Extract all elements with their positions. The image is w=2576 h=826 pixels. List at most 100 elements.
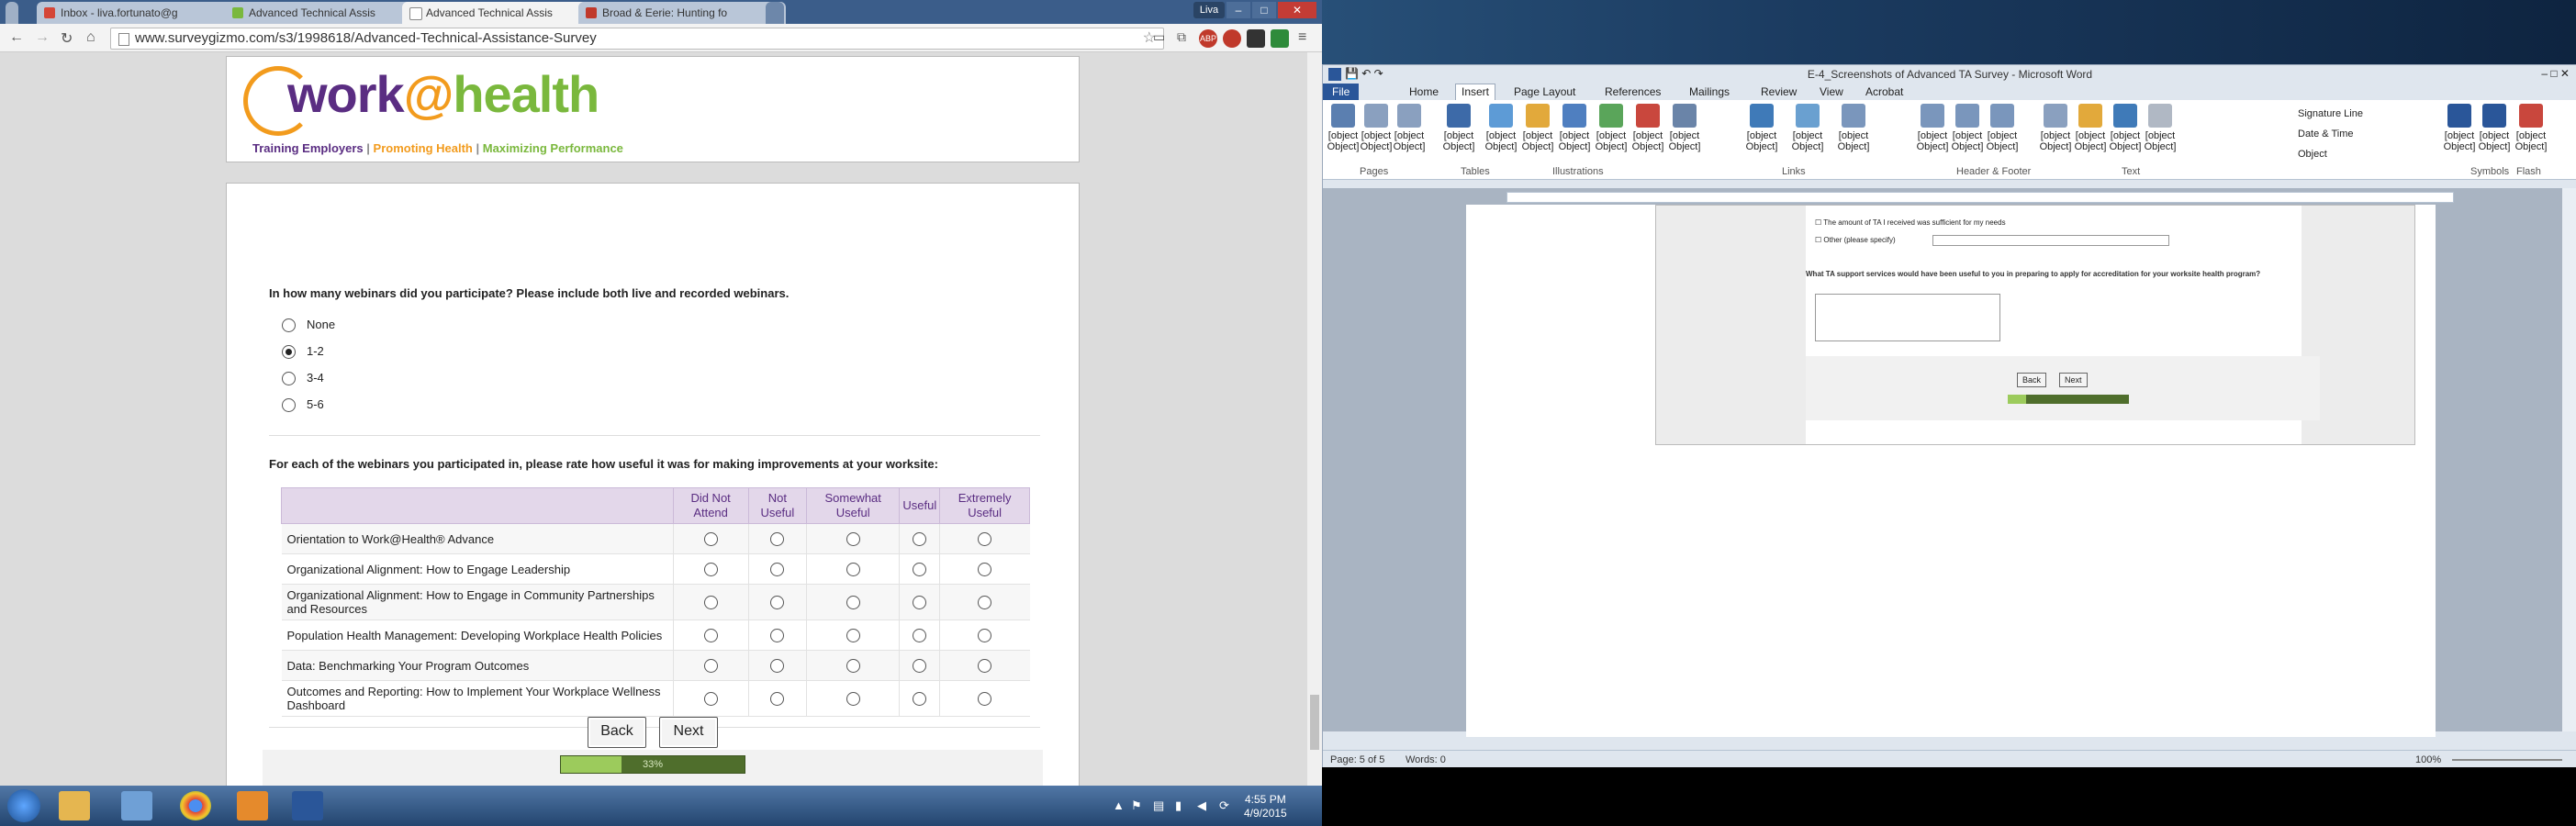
start-button[interactable] — [7, 789, 40, 822]
word-tab-mailings[interactable]: Mailings — [1689, 85, 1730, 98]
grid-cell[interactable] — [939, 680, 1030, 717]
radio-button[interactable] — [846, 532, 860, 547]
grid-cell[interactable] — [672, 584, 749, 620]
chart-button[interactable]: [object Object] — [1631, 104, 1664, 152]
signature-line-button[interactable]: Signature Line — [2298, 104, 2363, 124]
extension-icon[interactable] — [1271, 29, 1289, 48]
tab-survey-active[interactable]: Advanced Technical Assis× — [402, 2, 597, 24]
date-time-button[interactable]: Date & Time — [2298, 124, 2363, 144]
radio-button[interactable] — [282, 372, 296, 386]
radio-button[interactable] — [978, 596, 992, 610]
extension-icon[interactable] — [1223, 29, 1241, 48]
show-hidden-icons-icon[interactable]: ▲ — [1113, 798, 1125, 812]
radio-button[interactable] — [770, 692, 785, 707]
tab-survey-1[interactable]: Advanced Technical Assis× — [225, 2, 421, 24]
grid-cell[interactable] — [672, 680, 749, 717]
sync-icon[interactable]: ⟳ — [1219, 798, 1229, 813]
text-box-button[interactable]: [object Object] — [2039, 104, 2072, 152]
embed-flash-button[interactable]: [object Object] — [2514, 104, 2548, 152]
outlook-icon[interactable] — [237, 791, 268, 820]
grid-cell[interactable] — [747, 553, 807, 585]
smartart-button[interactable]: [object Object] — [1595, 104, 1628, 152]
maximize-icon[interactable]: □ — [1252, 2, 1276, 18]
grid-cell[interactable] — [939, 523, 1030, 554]
object-button[interactable]: Object — [2298, 144, 2363, 164]
radio-button[interactable] — [703, 563, 718, 577]
grid-cell[interactable] — [899, 553, 940, 585]
radio-button[interactable] — [770, 532, 785, 547]
grid-cell[interactable] — [672, 650, 749, 681]
grid-cell[interactable] — [747, 680, 807, 717]
explorer-icon[interactable] — [59, 791, 90, 820]
option-3-4[interactable]: 3-4 — [282, 371, 324, 386]
grid-cell[interactable] — [899, 650, 940, 681]
radio-button[interactable] — [913, 563, 927, 577]
embedded-screenshot[interactable]: ☐ The amount of TA I received was suffic… — [1655, 205, 2415, 445]
grid-cell[interactable] — [899, 620, 940, 651]
grid-cell[interactable] — [805, 523, 900, 554]
hyperlink-button[interactable]: [object Object] — [1745, 104, 1778, 152]
back-button[interactable]: Back — [588, 717, 646, 748]
radio-button[interactable] — [703, 692, 718, 707]
extension-icon[interactable] — [1247, 29, 1265, 48]
word-tab-references[interactable]: References — [1605, 85, 1661, 98]
radio-button[interactable] — [282, 318, 296, 333]
option-none[interactable]: None — [282, 318, 335, 333]
menu-icon[interactable]: ≡ — [1298, 29, 1306, 46]
option-5-6[interactable]: 5-6 — [282, 397, 324, 413]
minimize-icon[interactable]: – — [1226, 2, 1250, 18]
radio-button[interactable] — [770, 563, 785, 577]
grid-cell[interactable] — [672, 553, 749, 585]
flag-icon[interactable]: ⚑ — [1131, 798, 1142, 813]
address-bar[interactable]: www.surveygizmo.com/s3/1998618/Advanced-… — [110, 28, 1164, 50]
radio-button[interactable] — [846, 563, 860, 577]
grid-cell[interactable] — [899, 680, 940, 717]
radio-button[interactable] — [978, 629, 992, 643]
grid-cell[interactable] — [672, 620, 749, 651]
chrome-icon[interactable] — [180, 791, 211, 820]
back-arrow-icon[interactable]: ← — [9, 29, 24, 46]
radio-button[interactable] — [846, 692, 860, 707]
grid-cell[interactable] — [899, 584, 940, 620]
word-tab-acrobat[interactable]: Acrobat — [1865, 85, 1903, 98]
tab-broad-eerie[interactable]: Broad & Eerie: Hunting fo× — [578, 2, 786, 24]
grid-cell[interactable] — [805, 553, 900, 585]
picture-button[interactable]: [object Object] — [1484, 104, 1518, 152]
page-break-button[interactable]: [object Object] — [1393, 104, 1426, 152]
system-clock[interactable]: 4:55 PM 4/9/2015 — [1244, 793, 1287, 820]
grid-cell[interactable] — [939, 553, 1030, 585]
document-page-2[interactable] — [1466, 645, 2436, 737]
grid-cell[interactable] — [747, 584, 807, 620]
word-count[interactable]: Words: 0 — [1406, 754, 1446, 765]
zoom-level[interactable]: 100% — [2415, 754, 2441, 765]
radio-button[interactable] — [846, 596, 860, 610]
radio-button[interactable] — [703, 629, 718, 643]
word-tab-insert[interactable]: Insert — [1455, 84, 1496, 100]
grid-cell[interactable] — [899, 523, 940, 554]
page-scrollbar[interactable] — [1307, 52, 1322, 786]
symbol-button[interactable]: [object Object] — [2478, 104, 2511, 152]
shapes-button[interactable]: [object Object] — [1558, 104, 1591, 152]
radio-button-selected[interactable] — [282, 345, 296, 360]
grid-cell[interactable] — [805, 650, 900, 681]
cover-page-button[interactable]: [object Object] — [1327, 104, 1360, 152]
word-tab-file[interactable]: File — [1323, 84, 1360, 100]
wordart-button[interactable]: [object Object] — [2109, 104, 2142, 152]
clip-art-button[interactable]: [object Object] — [1521, 104, 1554, 152]
radio-button[interactable] — [913, 692, 927, 707]
scrollbar-thumb[interactable] — [1310, 695, 1319, 750]
table-button[interactable]: [object Object] — [1442, 104, 1475, 152]
quick-parts-button[interactable]: [object Object] — [2074, 104, 2107, 152]
word-tab-review[interactable]: Review — [1761, 85, 1797, 98]
radio-button[interactable] — [913, 532, 927, 547]
tab-pinned[interactable] — [6, 2, 18, 24]
drop-cap-button[interactable]: [object Object] — [2144, 104, 2177, 152]
word-taskbar-icon[interactable] — [292, 791, 323, 820]
blank-page-button[interactable]: [object Object] — [1360, 104, 1393, 152]
screenshot-button[interactable]: [object Object] — [1668, 104, 1701, 152]
word-tab-view[interactable]: View — [1820, 85, 1843, 98]
radio-button[interactable] — [978, 563, 992, 577]
document-page[interactable]: ☐ The amount of TA I received was suffic… — [1466, 205, 2436, 647]
word-window-controls[interactable]: – □ ✕ — [2541, 67, 2570, 80]
radio-button[interactable] — [978, 532, 992, 547]
